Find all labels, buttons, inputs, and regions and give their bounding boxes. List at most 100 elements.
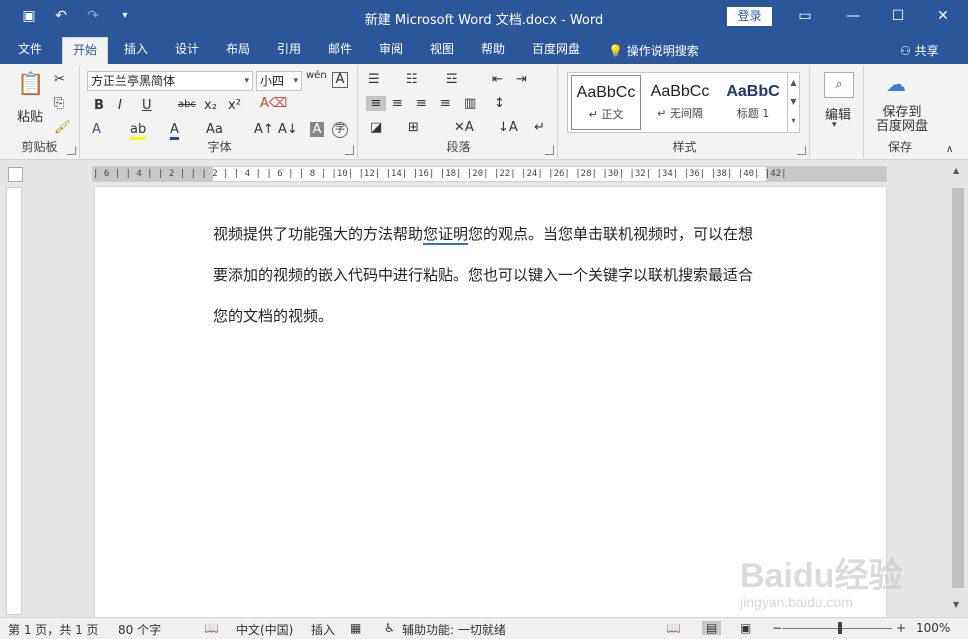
search-icon[interactable]: ⌕: [824, 72, 854, 98]
read-mode-icon[interactable]: 📖: [666, 621, 681, 635]
status-bar: 第 1 页，共 1 页 80 个字 📖 中文(中国) 插入 ▦ ♿ 辅助功能: …: [0, 617, 968, 639]
word-count[interactable]: 80 个字: [118, 621, 161, 638]
insert-mode[interactable]: 插入: [311, 621, 335, 638]
tab-review[interactable]: 审阅: [369, 37, 413, 64]
zoom-slider[interactable]: [782, 628, 892, 629]
tab-view[interactable]: 视图: [420, 37, 464, 64]
accessibility-icon[interactable]: ♿: [384, 621, 395, 635]
watermark-logo: Baidu经验: [740, 557, 903, 595]
strikethrough-icon[interactable]: abc: [178, 99, 196, 110]
underline-icon[interactable]: U: [142, 98, 152, 113]
chinese-layout-icon[interactable]: ✕A: [454, 120, 474, 135]
change-case-icon[interactable]: Aa: [206, 122, 223, 137]
zoom-out-icon[interactable]: −: [772, 621, 782, 635]
tab-mailings[interactable]: 邮件: [318, 37, 362, 64]
save-group: ☁ 保存到 百度网盘 保存: [866, 66, 934, 158]
enclose-characters-icon[interactable]: 字: [332, 122, 348, 138]
save-to-netdisk-button[interactable]: 保存到 百度网盘: [870, 106, 934, 134]
show-marks-icon[interactable]: ↵: [534, 120, 545, 135]
dialog-launcher-icon[interactable]: [67, 146, 76, 155]
dialog-launcher-icon[interactable]: [545, 146, 554, 155]
font-size-box[interactable]: 小四 ▾: [256, 71, 302, 91]
horizontal-ruler[interactable]: | 6 | | 4 | | 2 | | | 2 | | 4 | | 6 | | …: [92, 166, 887, 182]
lightbulb-icon: 💡: [608, 44, 623, 58]
maximize-icon[interactable]: ☐: [883, 5, 913, 27]
bold-icon[interactable]: B: [94, 98, 104, 113]
dialog-launcher-icon[interactable]: [797, 146, 806, 155]
shrink-font-icon[interactable]: A↓: [278, 122, 298, 137]
web-layout-icon[interactable]: ▣: [740, 621, 751, 635]
distributed-icon[interactable]: ▥: [464, 96, 476, 111]
tab-help[interactable]: 帮助: [471, 37, 515, 64]
zoom-slider-thumb[interactable]: [838, 622, 842, 634]
multilevel-list-icon[interactable]: ☲: [446, 72, 458, 87]
scroll-up-icon[interactable]: ▲: [953, 166, 959, 175]
tab-references[interactable]: 引用: [267, 37, 311, 64]
numbering-icon[interactable]: ☷: [406, 72, 418, 87]
tab-selector[interactable]: [8, 167, 23, 182]
tab-insert[interactable]: 插入: [114, 37, 158, 64]
login-button[interactable]: 登录: [727, 7, 772, 26]
ribbon-display-options-icon[interactable]: ▭: [790, 5, 820, 27]
paste-label[interactable]: 粘贴: [12, 106, 48, 125]
subscript-icon[interactable]: x₂: [204, 98, 217, 113]
style-sample: AaBbCc: [576, 84, 636, 101]
macro-icon[interactable]: ▦: [350, 621, 361, 635]
style-no-spacing[interactable]: AaBbCc ↵ 无间隔: [645, 75, 715, 130]
shading-icon[interactable]: ◪: [370, 120, 382, 135]
accessibility-status[interactable]: 辅助功能: 一切就绪: [402, 621, 506, 638]
vertical-scrollbar[interactable]: ▲ ▼: [948, 160, 968, 617]
increase-indent-icon[interactable]: ⇥: [516, 72, 527, 87]
text-effects-icon[interactable]: A: [92, 122, 101, 137]
tab-home[interactable]: 开始: [62, 37, 109, 64]
font-name-box[interactable]: 方正兰亭黑简体 ▾: [87, 71, 253, 91]
phonetic-guide-icon[interactable]: wén: [306, 70, 327, 81]
sort-icon[interactable]: ↓A: [498, 120, 518, 135]
editing-button[interactable]: 编辑: [818, 104, 858, 123]
styles-scroll[interactable]: ▲ ▼ ▾: [787, 73, 799, 132]
character-shading-icon[interactable]: A: [310, 122, 324, 137]
italic-icon[interactable]: I: [118, 98, 122, 113]
page-count[interactable]: 第 1 页，共 1 页: [8, 621, 99, 638]
tab-file[interactable]: 文件: [8, 37, 52, 64]
dialog-launcher-icon[interactable]: [345, 146, 354, 155]
borders-icon[interactable]: ⊞: [408, 120, 419, 135]
character-border-icon[interactable]: A: [332, 72, 348, 88]
grammar-flagged-text[interactable]: 您证明: [423, 225, 469, 245]
zoom-in-icon[interactable]: +: [896, 621, 906, 635]
superscript-icon[interactable]: x²: [228, 98, 241, 113]
style-heading-1[interactable]: AaBbC 标题 1: [718, 75, 788, 130]
vertical-ruler[interactable]: [6, 187, 22, 615]
baidu-netdisk-icon[interactable]: ☁: [886, 72, 906, 96]
share-button[interactable]: ⚇ 共享: [900, 42, 939, 59]
tab-layout[interactable]: 布局: [216, 37, 260, 64]
print-layout-icon[interactable]: ▤: [702, 621, 722, 635]
tell-me-search[interactable]: 💡 操作说明搜索: [608, 42, 699, 59]
grow-font-icon[interactable]: A↑: [254, 122, 274, 137]
style-normal[interactable]: AaBbCc ↵ 正文: [571, 75, 641, 130]
justify-icon[interactable]: ≡: [440, 96, 451, 111]
cut-icon[interactable]: ✂: [54, 72, 65, 87]
scroll-down-icon[interactable]: ▼: [953, 600, 959, 609]
decrease-indent-icon[interactable]: ⇤: [492, 72, 503, 87]
clear-formatting-icon[interactable]: A⌫: [260, 96, 287, 111]
copy-icon[interactable]: ⎘: [54, 96, 64, 111]
align-right-icon[interactable]: ≡: [416, 96, 427, 111]
format-painter-icon[interactable]: 🖌: [54, 120, 71, 135]
tab-design[interactable]: 设计: [165, 37, 209, 64]
align-center-icon[interactable]: ≡: [392, 96, 403, 111]
close-icon[interactable]: ✕: [928, 5, 958, 27]
document-body[interactable]: 视频提供了功能强大的方法帮助您证明您的观点。当您单击联机视频时，可以在想要添加的…: [213, 214, 765, 337]
language-indicator[interactable]: 中文(中国): [236, 621, 293, 638]
minimize-icon[interactable]: —: [838, 5, 868, 27]
bullets-icon[interactable]: ☰: [368, 72, 380, 87]
style-sample: AaBbCc: [650, 83, 710, 100]
zoom-level[interactable]: 100%: [916, 621, 950, 635]
align-left-icon[interactable]: ≡: [366, 96, 386, 111]
scrollbar-thumb[interactable]: [952, 188, 964, 588]
proofing-icon[interactable]: 📖: [204, 621, 219, 635]
paste-icon[interactable]: 📋: [16, 72, 46, 97]
tab-baidu-netdisk[interactable]: 百度网盘: [522, 37, 590, 64]
collapse-ribbon-icon[interactable]: ∧: [946, 144, 953, 155]
line-spacing-icon[interactable]: ↕: [494, 96, 505, 111]
